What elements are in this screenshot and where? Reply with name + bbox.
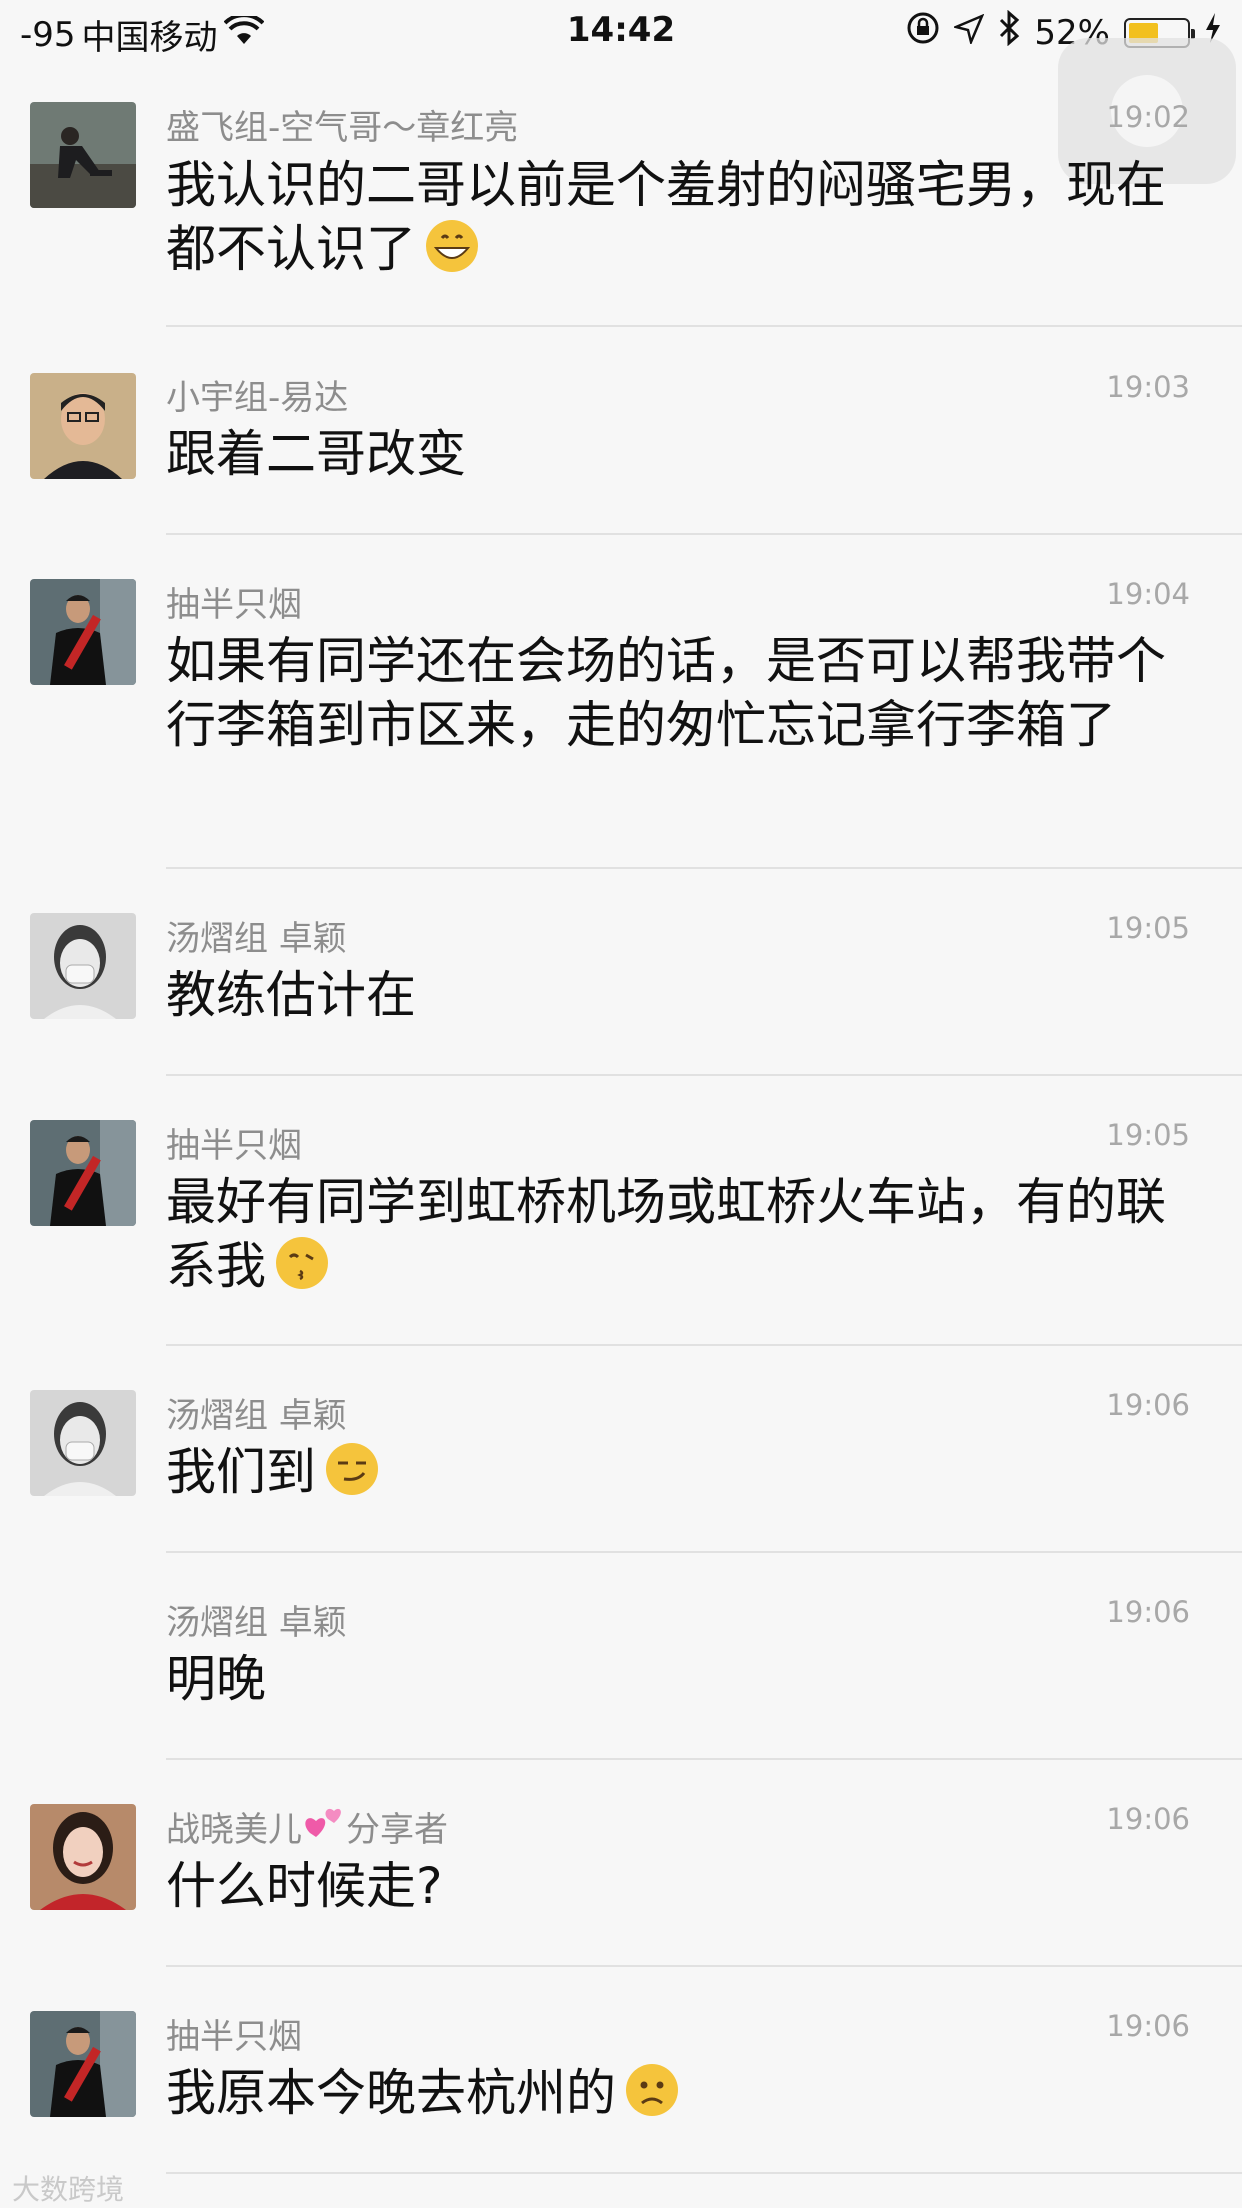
message-time: 19:03 xyxy=(1106,370,1190,404)
frowning-face-icon xyxy=(624,2062,680,2118)
sender-name: 抽半只烟 xyxy=(166,1126,302,1166)
avatar[interactable] xyxy=(30,1120,136,1226)
sender-name: 汤熠组 卓颖 xyxy=(166,1603,347,1643)
divider xyxy=(166,867,1242,869)
two-hearts-icon xyxy=(302,1803,346,1847)
sender-name: 盛飞组-空气哥～章红亮 xyxy=(166,108,519,148)
message-time: 19:05 xyxy=(1106,1118,1190,1152)
message-text: 最好有同学到虹桥机场或虹桥火车站，有的联系我 xyxy=(166,1173,1166,1295)
sender-name: 抽半只烟 xyxy=(166,585,302,625)
avatar[interactable] xyxy=(30,373,136,479)
message-text: 跟着二哥改变 xyxy=(166,425,466,483)
sender-name: 小宇组-易达 xyxy=(166,378,349,418)
kissing-face-icon xyxy=(274,1235,330,1291)
avatar[interactable] xyxy=(30,102,136,208)
divider xyxy=(166,1758,1242,1760)
status-bar: -95 中国移动 14:42 52% xyxy=(0,0,1242,60)
avatar[interactable] xyxy=(30,913,136,1019)
message-text: 我们到 xyxy=(166,1440,1176,1504)
divider xyxy=(166,325,1242,327)
sender-name: 抽半只烟 xyxy=(166,2017,302,2057)
message-text: 如果有同学还在会场的话，是否可以帮我带个行李箱到市区来，走的匆忙忘记拿行李箱了 xyxy=(166,632,1166,754)
message-time: 19:06 xyxy=(1106,1595,1190,1629)
sender-name: 汤熠组 卓颖 xyxy=(166,1396,347,1436)
divider xyxy=(166,1965,1242,1967)
message-text: 我认识的二哥以前是个羞射的闷骚宅男，现在都不认识了 xyxy=(166,156,1166,278)
avatar[interactable] xyxy=(30,1804,136,1910)
divider xyxy=(166,1344,1242,1346)
message-time: 19:06 xyxy=(1106,1388,1190,1422)
avatar[interactable] xyxy=(30,579,136,685)
bluetooth-icon xyxy=(998,9,1020,55)
watermark: 大数跨境 xyxy=(12,2173,125,2206)
rotation-lock-icon xyxy=(906,11,940,54)
sender-name: 汤熠组 卓颖 xyxy=(166,919,347,959)
grinning-face-icon xyxy=(424,218,480,274)
message-time: 19:02 xyxy=(1106,100,1190,134)
message-time: 19:06 xyxy=(1106,2009,1190,2043)
divider xyxy=(166,1074,1242,1076)
divider xyxy=(166,533,1242,535)
message-time: 19:05 xyxy=(1106,911,1190,945)
message-text: 明晚 xyxy=(166,1650,266,1708)
divider xyxy=(166,2172,1242,2174)
divider xyxy=(166,1551,1242,1553)
avatar[interactable] xyxy=(30,2011,136,2117)
sender-name: 战晓美儿 分享者 xyxy=(166,1802,448,1851)
message-text: 我原本今晚去杭州的 xyxy=(166,2061,1176,2125)
message-time: 19:06 xyxy=(1106,1802,1190,1836)
smirking-face-icon xyxy=(324,1441,380,1497)
avatar[interactable] xyxy=(30,1390,136,1496)
location-icon xyxy=(952,13,985,53)
message-text: 教练估计在 xyxy=(166,966,416,1024)
message-time: 19:04 xyxy=(1106,577,1190,611)
message-text: 什么时候走? xyxy=(166,1857,443,1915)
